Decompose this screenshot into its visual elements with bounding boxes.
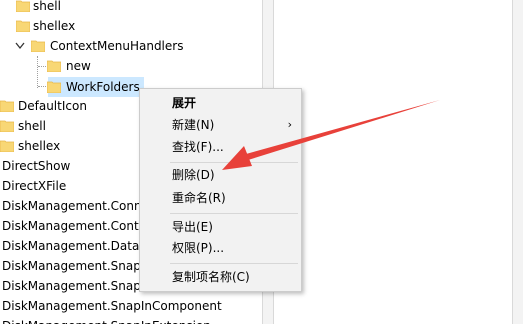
tree-item-label: shellex — [18, 139, 61, 153]
menu-item-label: 查找(F)... — [172, 140, 224, 154]
menu-item-label: 权限(P)... — [172, 241, 225, 255]
tree-item-new[interactable]: new — [0, 56, 262, 76]
menu-separator — [170, 213, 298, 214]
chevron-down-icon[interactable] — [15, 42, 25, 50]
menu-item-export[interactable]: 导出(E) — [141, 216, 300, 238]
tree-item-shell[interactable]: shell — [0, 0, 262, 16]
menu-item-label: 导出(E) — [172, 220, 213, 234]
folder-icon — [47, 81, 61, 93]
tree-item-diskmanagement-snapincomponent[interactable]: DiskManagement.SnapInComponent — [0, 296, 262, 316]
folder-icon — [0, 140, 14, 152]
menu-separator — [170, 263, 298, 264]
folder-icon — [0, 100, 14, 112]
context-menu: 展开 新建(N) › 查找(F)... 删除(D) 重命名(R) 导出(E) 权… — [139, 88, 302, 292]
tree-item-label: DefaultIcon — [18, 99, 87, 113]
chevron-right-icon: › — [287, 118, 292, 131]
tree-item-label: DiskManagement.Contr — [2, 219, 144, 233]
folder-icon — [16, 20, 30, 32]
tree-item-label: DirectShow — [2, 159, 71, 173]
menu-item-label: 展开 — [172, 96, 197, 110]
menu-item-label: 重命名(R) — [172, 191, 226, 205]
tree-item-label: DiskManagement.Snap — [2, 279, 141, 293]
tree-item-label: DiskManagement.SnapInExtension — [2, 316, 211, 324]
folder-icon — [16, 0, 30, 12]
tree-item-contextmenuhandlers[interactable]: ContextMenuHandlers — [0, 36, 262, 56]
tree-item-shellex[interactable]: shellex — [0, 16, 262, 36]
menu-item-label: 复制项名称(C) — [172, 270, 250, 284]
menu-item-rename[interactable]: 重命名(R) — [141, 187, 300, 209]
tree-item-label: DiskManagement.DataO — [2, 239, 149, 253]
menu-item-copy-key-name[interactable]: 复制项名称(C) — [141, 266, 300, 288]
tree-item-label: ContextMenuHandlers — [50, 39, 184, 53]
menu-item-permissions[interactable]: 权限(P)... — [141, 237, 300, 259]
tree-item-label: WorkFolders — [66, 80, 140, 94]
folder-icon — [31, 40, 45, 52]
tree-item-label: shell — [33, 0, 61, 13]
menu-item-label: 新建(N) — [172, 118, 215, 132]
tree-item-diskmanagement-snapinextension[interactable]: DiskManagement.SnapInExtension — [0, 316, 262, 324]
menu-item-label: 删除(D) — [172, 168, 215, 182]
vertical-scrollbar[interactable] — [512, 0, 523, 324]
folder-icon — [0, 120, 14, 132]
menu-separator — [170, 162, 298, 163]
menu-item-delete[interactable]: 删除(D) — [141, 164, 300, 186]
values-pane[interactable] — [274, 0, 523, 324]
tree-item-label: shellex — [33, 19, 76, 33]
tree-item-label: DiskManagement.Conn — [2, 199, 142, 213]
tree-item-label: DirectXFile — [2, 179, 67, 193]
menu-item-expand[interactable]: 展开 — [141, 92, 300, 114]
tree-item-label: new — [66, 59, 91, 73]
menu-item-find[interactable]: 查找(F)... — [141, 136, 300, 158]
folder-icon — [47, 60, 61, 72]
tree-item-label: DiskManagement.SnapInComponent — [2, 299, 222, 313]
menu-item-new[interactable]: 新建(N) › — [141, 114, 300, 136]
tree-item-label: DiskManagement.Snap — [2, 259, 141, 273]
tree-item-label: shell — [18, 119, 46, 133]
